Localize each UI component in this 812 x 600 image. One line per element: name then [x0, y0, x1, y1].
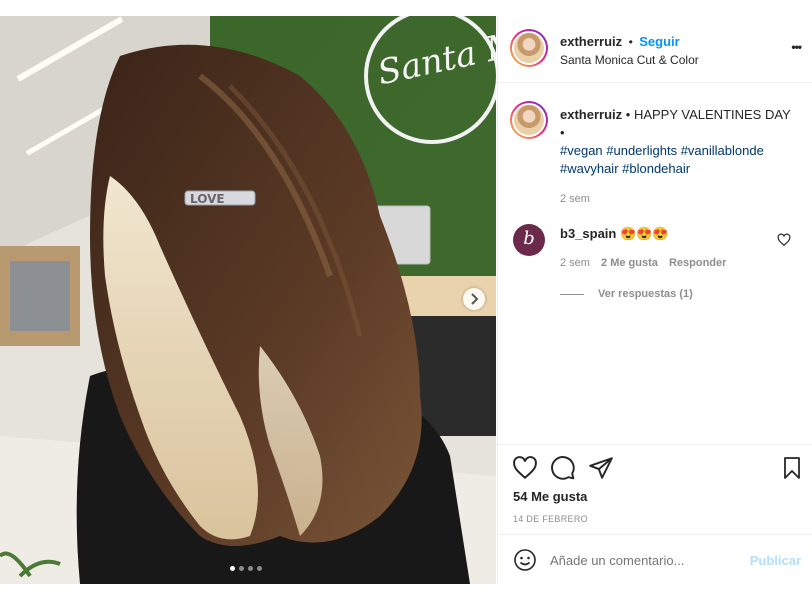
caption-username[interactable]: extherruiz: [560, 107, 622, 122]
carousel-dot: [257, 566, 262, 571]
replies-divider: [560, 293, 584, 295]
salon-scene: Santa Monica LOVE: [0, 16, 496, 584]
comment-reply-button[interactable]: Responder: [669, 257, 726, 269]
post-details-panel: extherruiz • Seguir Santa Monica Cut & C…: [497, 16, 812, 584]
like-heart-icon[interactable]: [512, 455, 538, 481]
carousel-dot: [239, 566, 244, 571]
save-bookmark-icon[interactable]: [780, 455, 804, 481]
comment-text: 😍😍😍: [619, 226, 669, 241]
commenter-username[interactable]: b3_spain: [560, 226, 616, 241]
commenter-avatar[interactable]: b: [513, 224, 545, 256]
emoji-smiley-icon[interactable]: [513, 548, 537, 572]
carousel-next-button[interactable]: [463, 288, 485, 310]
separator-dot: •: [628, 35, 633, 49]
comment-bubble-icon[interactable]: [550, 455, 576, 481]
separator-dot: •: [625, 107, 631, 122]
caption-avatar[interactable]: [510, 101, 548, 139]
carousel-dots: [230, 566, 262, 572]
share-paper-plane-icon[interactable]: [588, 455, 614, 481]
more-options-button[interactable]: •••: [791, 40, 802, 54]
post-location[interactable]: Santa Monica Cut & Color: [560, 53, 699, 67]
caption-hashtags-line1[interactable]: #vegan #underlights #vanillablonde: [560, 143, 764, 158]
publish-button[interactable]: Publicar: [750, 553, 801, 568]
comment-input[interactable]: [550, 549, 730, 571]
caption-bullet: •: [560, 125, 565, 140]
post-photo[interactable]: Santa Monica LOVE: [0, 16, 496, 584]
post-date[interactable]: 14 DE FEBRERO: [513, 514, 588, 524]
caption-hashtags-line2[interactable]: #wavyhair #blondehair: [560, 161, 690, 176]
hair-clip-text: LOVE: [190, 192, 225, 206]
comment-likes[interactable]: 2 Me gusta: [601, 257, 658, 269]
caption-text: HAPPY VALENTINES DAY: [633, 107, 791, 122]
author-avatar[interactable]: [510, 29, 548, 67]
comment-item: b b3_spain 😍😍😍 2 sem 2 Me gusta Responde…: [498, 222, 812, 312]
comment-like-heart-icon[interactable]: [777, 233, 791, 247]
caption-time[interactable]: 2 sem: [560, 190, 800, 208]
follow-button[interactable]: Seguir: [639, 34, 679, 49]
view-replies-button[interactable]: Ver respuestas (1): [598, 288, 693, 300]
post-header: extherruiz • Seguir Santa Monica Cut & C…: [498, 16, 812, 83]
author-username[interactable]: extherruiz: [560, 34, 622, 49]
chevron-right-icon: [471, 293, 479, 305]
add-comment-bar: Publicar: [498, 534, 812, 585]
carousel-dot: [230, 566, 235, 571]
comment-time[interactable]: 2 sem: [560, 257, 590, 269]
likes-count[interactable]: 54 Me gusta: [513, 489, 587, 504]
carousel-dot: [248, 566, 253, 571]
